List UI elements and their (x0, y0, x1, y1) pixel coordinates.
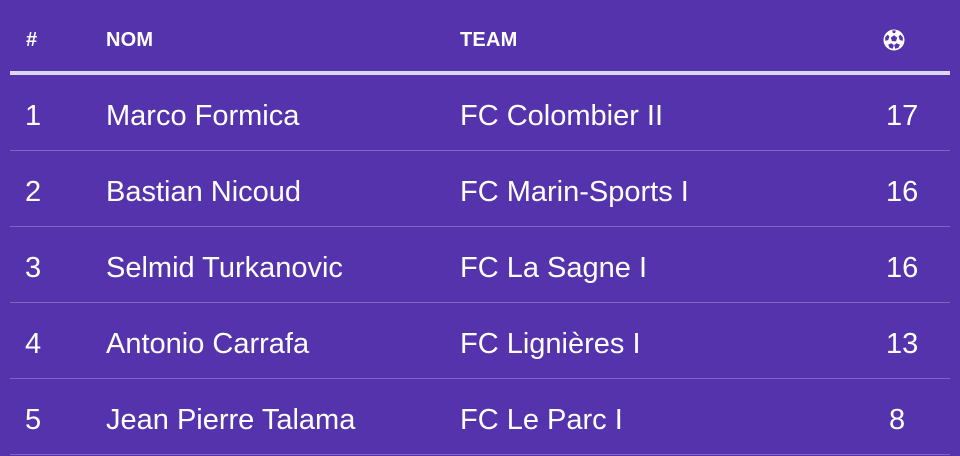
table-row: 3 Selmid Turkanovic FC La Sagne I 16 (10, 227, 950, 303)
rank-cell: 4 (25, 328, 42, 360)
team-cell: FC Colombier II (460, 100, 664, 132)
goals-cell: 16 (886, 176, 919, 208)
team-column-header: TEAM (460, 29, 518, 51)
player-name-cell: Antonio Carrafa (106, 328, 310, 360)
team-cell: FC Marin-Sports I (460, 176, 689, 208)
rank-cell: 5 (25, 404, 42, 436)
soccer-ball-icon (883, 29, 905, 51)
goals-cell: 13 (886, 328, 919, 360)
name-column-header: NOM (106, 29, 154, 51)
rank-cell: 1 (25, 100, 42, 132)
table-row: 4 Antonio Carrafa FC Lignières I 13 (10, 303, 950, 379)
goals-cell: 16 (886, 252, 919, 284)
player-name-cell: Jean Pierre Talama (106, 404, 356, 436)
table-row: 5 Jean Pierre Talama FC Le Parc I 8 (10, 379, 950, 455)
player-name-cell: Bastian Nicoud (106, 176, 302, 208)
rank-column-header: # (26, 29, 38, 51)
team-cell: FC La Sagne I (460, 252, 647, 284)
team-cell: FC Lignières I (460, 328, 641, 360)
table-row: 2 Bastian Nicoud FC Marin-Sports I 16 (10, 151, 950, 227)
goals-cell: 17 (886, 100, 919, 132)
table-header: # NOM TEAM (10, 0, 950, 74)
rank-cell: 2 (25, 176, 42, 208)
top-scorers-table: # NOM TEAM 1 Marco Formica FC Colombier … (0, 0, 960, 456)
rank-cell: 3 (25, 252, 42, 284)
table-row: 1 Marco Formica FC Colombier II 17 (10, 75, 950, 151)
player-name-cell: Marco Formica (106, 100, 300, 132)
row-divider (10, 454, 950, 455)
goals-column-header (882, 27, 906, 52)
player-name-cell: Selmid Turkanovic (106, 252, 343, 284)
goals-cell: 8 (889, 404, 906, 436)
team-cell: FC Le Parc I (460, 404, 623, 436)
